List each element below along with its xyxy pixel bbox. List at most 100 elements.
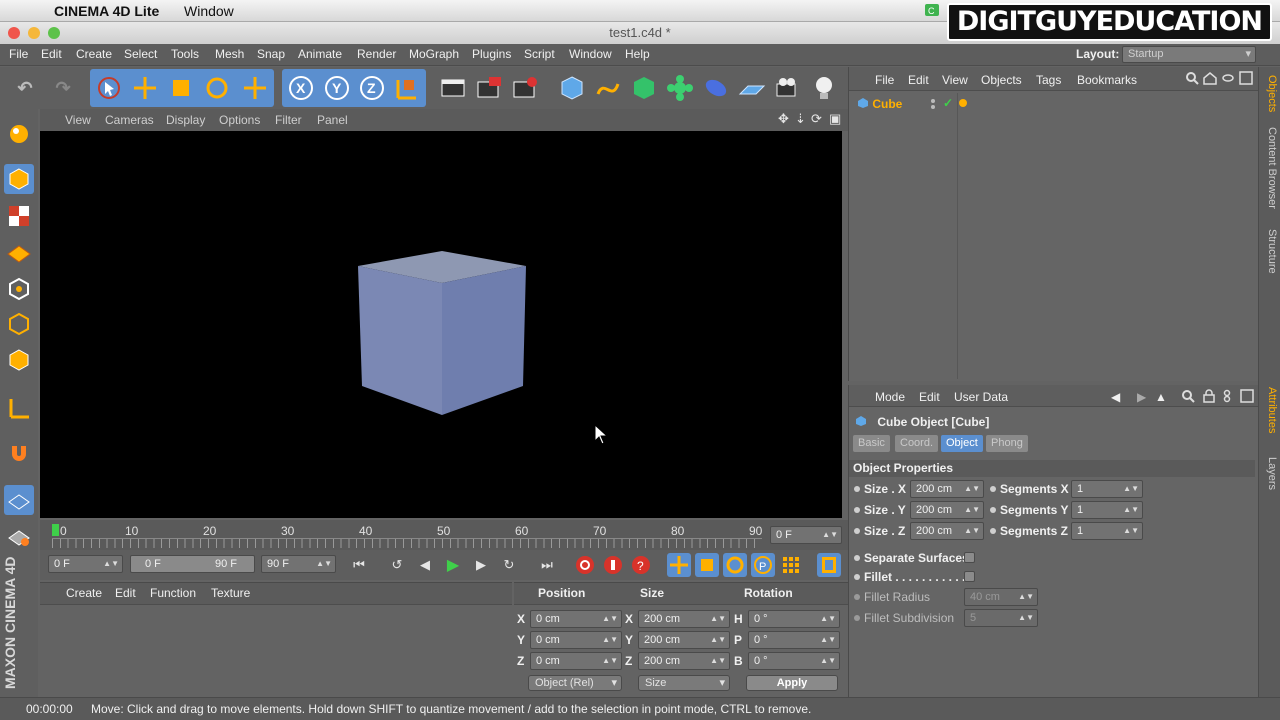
rotation-h-field[interactable]: 0 ° ▲▼ bbox=[748, 610, 840, 628]
spinner-icon[interactable]: ▲▼ bbox=[1123, 523, 1139, 539]
up-arrow-icon[interactable]: ▲ bbox=[1155, 390, 1167, 404]
playhead-marker[interactable] bbox=[52, 524, 59, 536]
spinner-icon[interactable]: ▲▼ bbox=[964, 481, 980, 497]
maximize-panel-icon[interactable] bbox=[1239, 71, 1253, 88]
spinner-icon[interactable]: ▲▼ bbox=[710, 611, 726, 627]
tab-coord[interactable]: Coord. bbox=[895, 435, 939, 452]
spinner-icon[interactable]: ▲▼ bbox=[964, 502, 980, 518]
floor-button[interactable] bbox=[735, 71, 769, 105]
spinner-icon[interactable]: ▲▼ bbox=[103, 556, 119, 572]
snap-magnet-icon[interactable] bbox=[4, 439, 34, 469]
animation-dot[interactable] bbox=[854, 615, 860, 621]
record-active-objects-button[interactable] bbox=[573, 553, 597, 577]
make-editable-icon[interactable] bbox=[4, 119, 34, 149]
menu-mograph[interactable]: MoGraph bbox=[409, 47, 459, 61]
toggle-panels-icon[interactable]: ▣ bbox=[829, 111, 841, 127]
next-frame-button[interactable]: ▶ bbox=[469, 553, 493, 577]
search-icon[interactable] bbox=[1181, 389, 1195, 406]
spinner-icon[interactable]: ▲▼ bbox=[710, 632, 726, 648]
current-frame-field[interactable]: 0 F ▲▼ bbox=[770, 526, 842, 544]
object-row-cube[interactable]: Cube ✓ bbox=[857, 96, 967, 111]
position-key-button[interactable] bbox=[667, 553, 691, 577]
om-menu-tags[interactable]: Tags bbox=[1036, 73, 1061, 87]
visibility-dots-icon[interactable] bbox=[928, 98, 938, 113]
menu-window[interactable]: Window bbox=[569, 47, 612, 61]
scale-key-button[interactable] bbox=[695, 553, 719, 577]
om-menu-objects[interactable]: Objects bbox=[981, 73, 1022, 87]
menu-select[interactable]: Select bbox=[124, 47, 157, 61]
previous-key-button[interactable]: ↺ bbox=[385, 553, 409, 577]
recent-tool-button[interactable] bbox=[238, 71, 272, 105]
rotate-tool-button[interactable] bbox=[200, 71, 234, 105]
om-menu-file[interactable]: File bbox=[875, 73, 894, 87]
tab-basic[interactable]: Basic bbox=[853, 435, 890, 452]
position-y-field[interactable]: 0 cm ▲▼ bbox=[530, 631, 622, 649]
spinner-icon[interactable]: ▲▼ bbox=[820, 653, 836, 669]
live-selection-button[interactable] bbox=[92, 71, 126, 105]
maximize-panel-icon[interactable] bbox=[1240, 389, 1254, 406]
spinner-icon[interactable]: ▲▼ bbox=[820, 611, 836, 627]
deformer-button[interactable] bbox=[699, 71, 733, 105]
spinner-icon[interactable]: ▲▼ bbox=[602, 611, 618, 627]
tab-object[interactable]: Object bbox=[941, 435, 983, 452]
spinner-icon[interactable]: ▲▼ bbox=[1123, 481, 1139, 497]
cube-primitive-button[interactable] bbox=[555, 71, 589, 105]
collapse-icon[interactable] bbox=[1221, 71, 1235, 88]
menu-help[interactable]: Help bbox=[625, 47, 650, 61]
point-level-key-button[interactable] bbox=[779, 553, 803, 577]
nurbs-button[interactable] bbox=[627, 71, 661, 105]
go-to-start-button[interactable]: ⏮ bbox=[347, 553, 371, 577]
array-button[interactable] bbox=[663, 71, 697, 105]
viewport-menu-panel[interactable]: Panel bbox=[317, 113, 348, 127]
search-icon[interactable] bbox=[1185, 71, 1199, 88]
axis-mode-icon[interactable] bbox=[4, 392, 34, 422]
viewport-menu-view[interactable]: View bbox=[65, 113, 91, 127]
forward-arrow-icon[interactable]: ▶ bbox=[1137, 390, 1146, 404]
end-frame-field[interactable]: 90 F ▲▼ bbox=[261, 555, 336, 573]
spinner-icon[interactable]: ▲▼ bbox=[964, 523, 980, 539]
size-y-field[interactable]: 200 cm ▲▼ bbox=[638, 631, 730, 649]
points-mode-icon[interactable] bbox=[4, 274, 34, 304]
timeline-scheme-button[interactable] bbox=[817, 553, 841, 577]
side-tab-content-browser[interactable]: Content Browser bbox=[1266, 127, 1278, 209]
render-view-button[interactable] bbox=[436, 71, 470, 105]
menu-animate[interactable]: Animate bbox=[298, 47, 342, 61]
next-key-button[interactable]: ↻ bbox=[497, 553, 521, 577]
lock-icon[interactable] bbox=[1203, 389, 1215, 406]
side-tab-layers[interactable]: Layers bbox=[1266, 457, 1278, 490]
segments-x-input[interactable]: 1 ▲▼ bbox=[1071, 480, 1143, 498]
coordinate-mode-dropdown[interactable]: Object (Rel) ▾ bbox=[528, 675, 622, 691]
frame-range-slider[interactable]: 0 F 90 F bbox=[130, 555, 255, 573]
segments-y-input[interactable]: 1 ▲▼ bbox=[1071, 501, 1143, 519]
menu-render[interactable]: Render bbox=[357, 47, 396, 61]
polygons-mode-icon[interactable] bbox=[4, 345, 34, 375]
play-button[interactable]: ▶ bbox=[441, 553, 465, 577]
animation-dot[interactable] bbox=[854, 486, 860, 492]
spinner-icon[interactable]: ▲▼ bbox=[1018, 610, 1034, 626]
position-x-field[interactable]: 0 cm ▲▼ bbox=[530, 610, 622, 628]
layout-dropdown[interactable]: Startup ▾ bbox=[1122, 46, 1256, 63]
animation-dot[interactable] bbox=[854, 574, 860, 580]
size-mode-dropdown[interactable]: Size ▾ bbox=[638, 675, 730, 691]
animation-dot[interactable] bbox=[854, 528, 860, 534]
texture-mode-icon[interactable] bbox=[4, 201, 34, 231]
size-x-input[interactable]: 200 cm ▲▼ bbox=[910, 480, 984, 498]
previous-frame-button[interactable]: ◀ bbox=[413, 553, 437, 577]
back-arrow-icon[interactable]: ◀ bbox=[1111, 390, 1120, 404]
spinner-icon[interactable]: ▲▼ bbox=[1018, 589, 1034, 605]
settings-icon[interactable] bbox=[1221, 389, 1233, 406]
mac-window-menu[interactable]: Window bbox=[184, 3, 234, 19]
menu-create[interactable]: Create bbox=[76, 47, 112, 61]
menu-edit[interactable]: Edit bbox=[41, 47, 62, 61]
fillet-subdivision-input[interactable]: 5 ▲▼ bbox=[964, 609, 1038, 627]
x-axis-lock-button[interactable]: X bbox=[284, 71, 318, 105]
menu-file[interactable]: File bbox=[9, 47, 28, 61]
animation-dot[interactable] bbox=[854, 555, 860, 561]
spinner-icon[interactable]: ▲▼ bbox=[602, 653, 618, 669]
animation-dot[interactable] bbox=[854, 507, 860, 513]
app-name-menu[interactable]: CINEMA 4D Lite bbox=[54, 3, 159, 19]
coordinate-system-button[interactable] bbox=[390, 71, 424, 105]
orbit-view-icon[interactable]: ⟳ bbox=[811, 111, 822, 127]
size-z-input[interactable]: 200 cm ▲▼ bbox=[910, 522, 984, 540]
workplane-lock-icon[interactable] bbox=[4, 485, 34, 515]
